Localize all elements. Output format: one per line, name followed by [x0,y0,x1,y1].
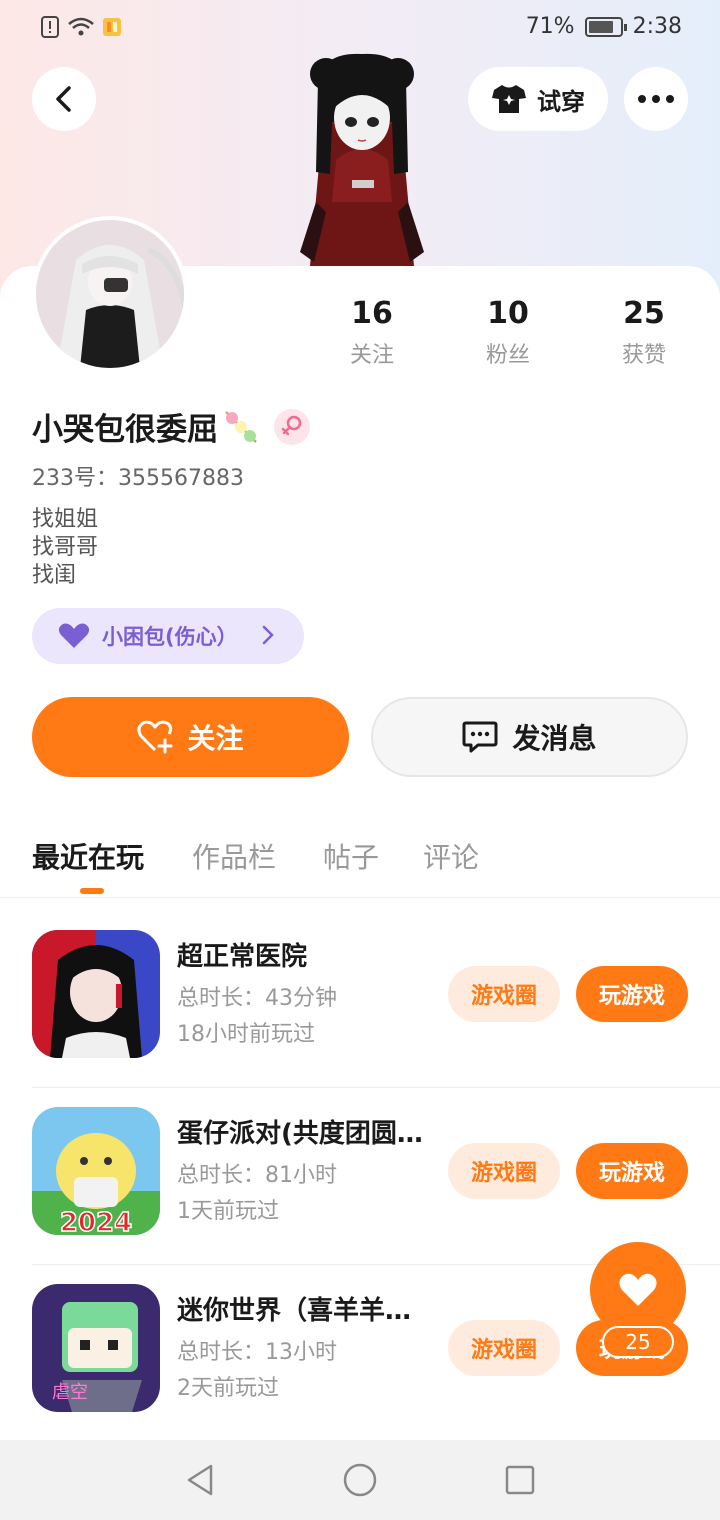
like-count-badge: 25 [602,1326,674,1358]
game-title: 超正常医院 [177,942,308,972]
game-duration: 总时长：13小时 [177,1340,337,1365]
user-id: 233号：355567883 [32,466,244,491]
message-button[interactable]: 发消息 [371,697,688,777]
tab-recent-played[interactable]: 最近在玩 [32,836,144,876]
more-dots-icon [638,95,674,103]
stat-fans[interactable]: 10 粉丝 [448,296,568,369]
mood-tag-label: 小困包(伤心） [102,625,238,649]
heart-icon [619,1273,657,1306]
game-circle-button[interactable]: 游戏圈 [448,966,560,1022]
game-title: 蛋仔派对(共度团圆… [177,1119,423,1149]
battery-percent: 71% [525,14,575,39]
heart-icon [58,623,90,648]
game-icon: 2024 [32,1107,160,1235]
bio: 找姐姐 找哥哥 找闺 [32,506,98,590]
alert-icon [41,16,59,38]
game-row[interactable]: 超正常医院 总时长：43分钟 18小时前玩过 游戏圈 玩游戏 [32,912,720,1088]
circle-home-icon [343,1463,377,1497]
mood-tag[interactable]: 小困包(伤心） [32,608,304,664]
stat-likes-label: 获赞 [621,343,666,368]
system-nav-bar [0,1440,720,1520]
app-notification-icon [103,18,121,36]
heart-plus-icon [137,720,173,754]
row-divider [32,1087,720,1088]
nickname: 小哭包很委屈 [32,412,218,448]
clock: 2:38 [632,14,682,39]
wifi-icon [68,17,94,36]
tshirt-icon [492,85,526,113]
game-row[interactable]: 2024 蛋仔派对(共度团圆… 总时长：81小时 1天前玩过 游戏圈 玩游戏 [32,1089,720,1265]
character-3d-avatar [300,53,424,266]
content-tabs: 最近在玩 作品栏 帖子 评论 [0,830,720,898]
stat-fans-count: 10 [487,296,529,331]
follow-label: 关注 [187,722,244,755]
profile-avatar[interactable] [32,216,188,372]
nav-back-button[interactable] [180,1460,220,1500]
stat-fans-label: 粉丝 [485,343,530,368]
stat-likes[interactable]: 25 获赞 [584,296,704,369]
game-last-played: 18小时前玩过 [177,1022,315,1047]
more-button[interactable] [624,67,688,131]
try-on-button[interactable]: 试穿 [468,67,608,131]
status-bar: 71% 2:38 [0,0,720,56]
game-circle-button[interactable]: 游戏圈 [448,1320,560,1376]
game-last-played: 1天前玩过 [177,1199,279,1224]
game-duration: 总时长：43分钟 [177,986,337,1011]
game-last-played: 2天前玩过 [177,1376,279,1401]
game-duration: 总时长：81小时 [177,1163,337,1188]
game-icon: 虐空 [32,1284,160,1412]
game-title: 迷你世界（喜羊羊… [177,1296,412,1326]
bio-line: 找哥哥 [32,535,99,560]
stat-following-label: 关注 [349,343,394,368]
chat-bubble-icon [462,721,498,753]
play-game-button[interactable]: 玩游戏 [576,1143,688,1199]
dango-icon [225,410,257,443]
chevron-right-icon [262,625,274,645]
bio-line: 找闺 [32,563,77,588]
try-on-label: 试穿 [537,87,585,116]
tab-works[interactable]: 作品栏 [192,836,276,876]
square-recents-icon [505,1465,535,1495]
battery-level-fill [588,20,613,33]
stat-likes-count: 25 [623,296,665,331]
game-circle-button[interactable]: 游戏圈 [448,1143,560,1199]
tab-indicator [80,888,104,894]
nav-home-button[interactable] [340,1460,380,1500]
tab-posts[interactable]: 帖子 [323,836,379,876]
triangle-back-icon [187,1464,213,1496]
message-label: 发消息 [512,722,597,755]
stat-following[interactable]: 16 关注 [312,296,432,369]
back-arrow-icon [56,86,71,112]
nav-recents-button[interactable] [500,1460,540,1500]
game-icon-text: 虐空 [52,1382,88,1403]
follow-button[interactable]: 关注 [32,697,349,777]
stat-following-count: 16 [351,296,393,331]
female-icon [281,415,302,435]
bio-line: 找姐姐 [32,507,99,532]
tab-comments[interactable]: 评论 [423,836,479,876]
game-icon-text: 2024 [60,1208,132,1235]
like-floating-button[interactable] [590,1242,686,1338]
game-icon [32,930,160,1058]
avatar-image [36,220,184,368]
back-button[interactable] [32,67,96,131]
play-game-button[interactable]: 玩游戏 [576,966,688,1022]
nickname-row: 小哭包很委屈 [32,404,310,449]
gender-badge [274,408,310,445]
battery-icon [584,16,627,37]
